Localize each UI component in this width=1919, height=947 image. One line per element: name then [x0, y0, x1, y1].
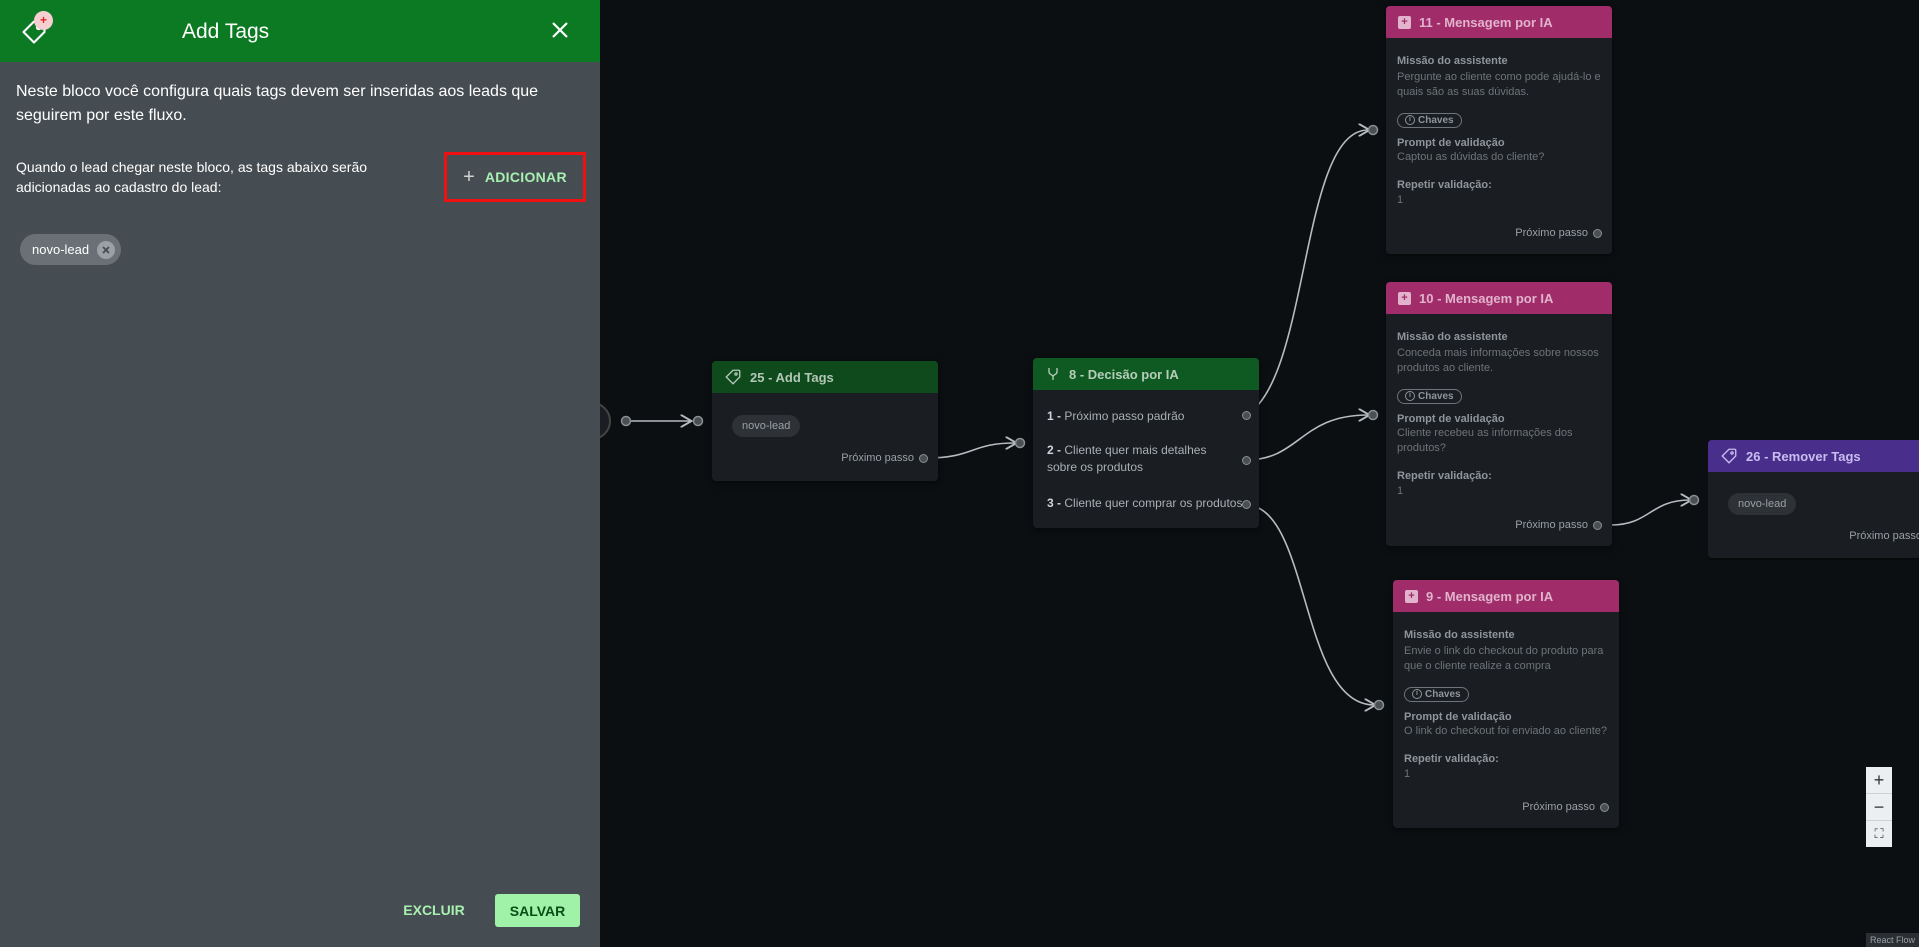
- prompt-text: O link do checkout foi enviado ao client…: [1404, 724, 1608, 737]
- info-icon: i: [1412, 689, 1422, 699]
- mission-text: Envie o link do checkout do produto para…: [1404, 645, 1604, 672]
- tag-icon: [725, 369, 741, 385]
- node-header: 26 - Remover Tags: [1708, 440, 1919, 472]
- output-handle[interactable]: [1600, 802, 1609, 812]
- mission-label: Missão do assistente: [1397, 55, 1508, 67]
- remove-tag-icon[interactable]: [97, 240, 116, 259]
- delete-button[interactable]: EXCLUIR: [396, 894, 472, 926]
- fork-icon: [1048, 368, 1058, 380]
- repeat-value: 1: [1397, 484, 1404, 497]
- save-button[interactable]: SALVAR: [495, 894, 580, 927]
- zoom-out-button[interactable]: −: [1866, 794, 1892, 821]
- node-clip: 26 - Remover Tags novo-lead Próximo pass…: [1708, 440, 1919, 560]
- output-handle[interactable]: [1242, 411, 1251, 420]
- node-header: 25 - Add Tags: [712, 361, 938, 393]
- prompt-label: Prompt de validação: [1397, 412, 1505, 425]
- tag-chip: novo-lead: [20, 234, 122, 265]
- next-step-output[interactable]: Próximo passo: [841, 452, 928, 464]
- keys-chip[interactable]: i Chaves: [1397, 388, 1462, 404]
- prompt-label: Prompt de validação: [1404, 710, 1512, 723]
- tag-chip: novo-lead: [1728, 493, 1797, 515]
- decision-option-2: 2 - Cliente quer mais detalhes sobre os …: [1047, 443, 1207, 474]
- react-flow-attribution[interactable]: React Flow: [1866, 933, 1919, 947]
- panel-rule-text: Quando o lead chegar neste bloco, as tag…: [16, 159, 368, 195]
- zoom-in-button[interactable]: +: [1866, 767, 1892, 794]
- info-icon: i: [1405, 391, 1415, 401]
- node-title: 9 - Mensagem por IA: [1426, 588, 1554, 604]
- plus-icon: +: [463, 166, 475, 188]
- node-header: 8 - Decisão por IA: [1033, 358, 1259, 390]
- add-badge: +: [34, 11, 53, 30]
- add-tag-button-label: ADICIONAR: [484, 169, 567, 185]
- keys-chip[interactable]: i Chaves: [1397, 112, 1462, 128]
- repeat-value: 1: [1397, 193, 1404, 206]
- repeat-label: Repetir validação:: [1397, 469, 1492, 482]
- info-icon: i: [1405, 115, 1415, 125]
- next-step-label: Próximo passo: [1515, 227, 1588, 239]
- output-handle[interactable]: [1242, 500, 1251, 509]
- node-ai-message-11[interactable]: + 11 - Mensagem por IA Missão do assiste…: [1386, 6, 1612, 254]
- mission-label: Missão do assistente: [1397, 331, 1508, 343]
- tag-chip: novo-lead: [732, 415, 801, 437]
- prompt-text: Cliente recebeu as informações dos produ…: [1397, 426, 1573, 454]
- prompt-text: Captou as dúvidas do cliente?: [1397, 150, 1545, 163]
- repeat-label: Repetir validação:: [1404, 752, 1499, 765]
- prompt-label: Prompt de validação: [1397, 136, 1505, 149]
- decision-option-3: 3 - Cliente quer comprar os produtos: [1047, 496, 1243, 510]
- message-plus-icon: +: [1398, 15, 1411, 29]
- next-step-output[interactable]: Próximo passo: [1515, 227, 1602, 239]
- next-step-output[interactable]: Próximo passo: [1849, 530, 1919, 542]
- node-title: 26 - Remover Tags: [1746, 448, 1861, 464]
- add-tags-panel: + Add Tags Neste bloco você configura qu…: [0, 0, 600, 947]
- next-step-label: Próximo passo: [841, 452, 914, 464]
- close-icon[interactable]: [548, 18, 572, 42]
- node-title: 10 - Mensagem por IA: [1419, 290, 1554, 306]
- zoom-controls: + − ⛶: [1866, 767, 1892, 847]
- node-header: + 9 - Mensagem por IA: [1393, 580, 1619, 612]
- mission-label: Missão do assistente: [1404, 629, 1515, 641]
- next-step-label: Próximo passo: [1515, 519, 1588, 531]
- node-title: 25 - Add Tags: [750, 369, 834, 385]
- next-step-output[interactable]: Próximo passo: [1522, 801, 1609, 813]
- fit-view-button[interactable]: ⛶: [1866, 821, 1892, 847]
- output-handle[interactable]: [1242, 456, 1251, 465]
- node-title: 11 - Mensagem por IA: [1419, 14, 1553, 30]
- panel-title: Add Tags: [182, 20, 270, 43]
- node-header: + 11 - Mensagem por IA: [1386, 6, 1612, 38]
- mission-text: Conceda mais informações sobre nossos pr…: [1397, 347, 1599, 374]
- node-ai-message-9[interactable]: + 9 - Mensagem por IA Missão do assisten…: [1393, 580, 1619, 828]
- output-handle[interactable]: [1593, 520, 1602, 530]
- node-header: + 10 - Mensagem por IA: [1386, 282, 1612, 314]
- message-plus-icon: +: [1405, 589, 1418, 603]
- next-step-label: Próximo passo: [1849, 530, 1919, 542]
- tag-icon: [1721, 448, 1737, 464]
- keys-chip[interactable]: i Chaves: [1404, 686, 1469, 702]
- panel-intro-text: Neste bloco você configura quais tags de…: [16, 83, 539, 124]
- repeat-value: 1: [1404, 767, 1411, 780]
- message-plus-icon: +: [1398, 291, 1411, 305]
- node-ai-message-10[interactable]: + 10 - Mensagem por IA Missão do assiste…: [1386, 282, 1612, 546]
- next-step-label: Próximo passo: [1522, 801, 1595, 813]
- repeat-label: Repetir validação:: [1397, 178, 1492, 191]
- mission-text: Pergunte ao cliente como pode ajudá-lo e…: [1397, 71, 1601, 98]
- node-ai-decision[interactable]: 8 - Decisão por IA 1 - Próximo passo pad…: [1033, 358, 1259, 528]
- add-tag-button[interactable]: + ADICIONAR: [444, 152, 586, 202]
- output-handle[interactable]: [919, 453, 928, 463]
- next-step-output[interactable]: Próximo passo: [1515, 519, 1602, 531]
- node-add-tags[interactable]: 25 - Add Tags novo-lead Próximo passo: [712, 361, 938, 481]
- node-title: 8 - Decisão por IA: [1069, 366, 1179, 382]
- tag-chip-label: novo-lead: [32, 242, 90, 257]
- decision-option-1: 1 - Próximo passo padrão: [1047, 409, 1185, 423]
- output-handle[interactable]: [1593, 228, 1602, 238]
- panel-header: + Add Tags: [0, 0, 600, 62]
- node-remove-tags[interactable]: 26 - Remover Tags novo-lead Próximo pass…: [1708, 440, 1919, 558]
